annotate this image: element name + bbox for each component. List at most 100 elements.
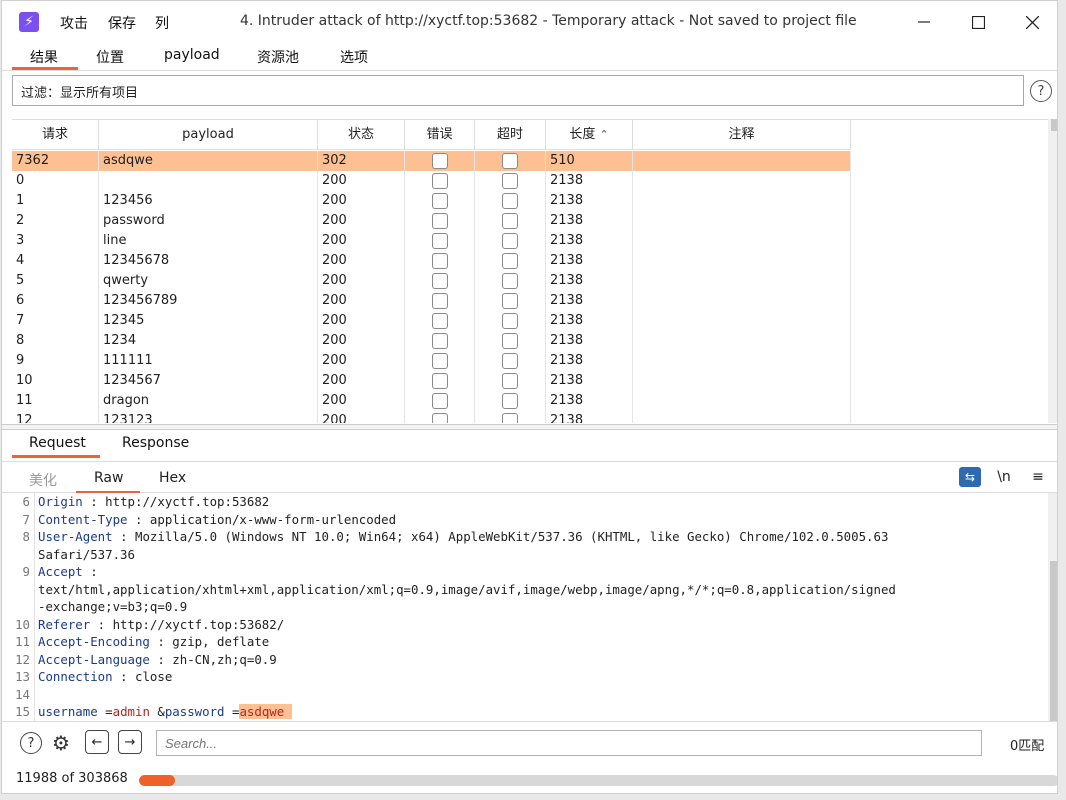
cell-error-checkbox[interactable] (431, 153, 448, 169)
cell-timeout-checkbox[interactable] (502, 333, 518, 349)
cell-timeout-checkbox[interactable] (502, 253, 518, 269)
show-newlines-icon[interactable]: \n (993, 467, 1015, 487)
maximize-icon[interactable] (963, 9, 993, 35)
column-comment[interactable]: 注释 (633, 120, 851, 150)
cell-error-checkbox[interactable] (431, 253, 448, 269)
cell-error-checkbox[interactable] (431, 393, 448, 409)
cell-error-checkbox[interactable] (431, 173, 448, 189)
cell-error-checkbox[interactable] (431, 353, 448, 369)
tab-payload[interactable]: payload (164, 47, 220, 63)
cell-timeout-checkbox[interactable] (502, 153, 518, 169)
cell-timeout-checkbox[interactable] (502, 373, 518, 389)
cell-error (405, 231, 475, 251)
table-row[interactable]: 8 1234 200 2138 (12, 331, 851, 351)
close-icon[interactable] (1017, 9, 1047, 35)
line-content: Accept : (38, 563, 98, 581)
menu-save[interactable]: 保存 (108, 13, 136, 33)
table-row[interactable]: 12 123123 200 2138 (12, 411, 851, 423)
cell-error-checkbox[interactable] (431, 193, 448, 209)
previous-icon[interactable]: ← (85, 730, 109, 754)
cell-error-checkbox[interactable] (431, 233, 448, 249)
tab-resource-pool[interactable]: 资源池 (257, 47, 299, 67)
cell-error-checkbox[interactable] (431, 373, 448, 389)
editor-scroll-thumb[interactable] (1050, 561, 1057, 721)
word-wrap-icon[interactable]: ⇆ (959, 467, 981, 487)
cell-timeout-checkbox[interactable] (502, 413, 518, 423)
cell-timeout-checkbox[interactable] (502, 213, 518, 229)
cell-payload: asdqwe (99, 151, 318, 171)
help-icon[interactable]: ? (1030, 80, 1052, 102)
tab-raw[interactable]: Raw (94, 470, 123, 486)
cell-error-checkbox[interactable] (431, 213, 448, 229)
line-content: text/html,application/xhtml+xml,applicat… (38, 581, 896, 599)
table-row[interactable]: 9 111111 200 2138 (12, 351, 851, 371)
column-length[interactable]: 长度 ⌃ (546, 120, 633, 150)
line-number: 14 (15, 686, 30, 702)
tab-options[interactable]: 选项 (340, 47, 368, 67)
cell-timeout-checkbox[interactable] (502, 233, 518, 249)
cell-error-checkbox[interactable] (431, 413, 448, 423)
table-row[interactable]: 5 qwerty 200 2138 (12, 271, 851, 291)
column-timeout[interactable]: 超时 (475, 120, 546, 150)
cell-timeout-checkbox[interactable] (502, 353, 518, 369)
table-row[interactable]: 11 dragon 200 2138 (12, 391, 851, 411)
table-row[interactable]: 4 12345678 200 2138 (12, 251, 851, 271)
menu-columns[interactable]: 列 (155, 13, 169, 33)
tab-response[interactable]: Response (122, 435, 189, 451)
cell-length: 2138 (546, 271, 633, 291)
cell-length: 2138 (546, 331, 633, 351)
table-row[interactable]: 0 200 2138 (12, 171, 851, 191)
table-row[interactable]: 1 123456 200 2138 (12, 191, 851, 211)
cell-timeout-checkbox[interactable] (502, 173, 518, 189)
table-row[interactable]: 7 12345 200 2138 (12, 311, 851, 331)
cell-timeout-checkbox[interactable] (502, 193, 518, 209)
column-status[interactable]: 状态 (318, 120, 405, 150)
table-row[interactable]: 3 line 200 2138 (12, 231, 851, 251)
cell-request: 6 (12, 291, 99, 311)
column-payload[interactable]: payload (99, 120, 318, 150)
tab-positions[interactable]: 位置 (96, 47, 124, 67)
filter-bar[interactable]: 过滤：显示所有项目 (12, 75, 1024, 106)
table-row[interactable]: 7362 asdqwe 302 510 (12, 151, 851, 171)
table-row[interactable]: 2 password 200 2138 (12, 211, 851, 231)
column-error[interactable]: 错误 (405, 120, 475, 150)
minimize-icon[interactable] (909, 9, 939, 35)
tab-pretty[interactable]: 美化 (29, 470, 57, 490)
cell-timeout (475, 271, 546, 291)
cell-payload: 123456 (99, 191, 318, 211)
request-editor[interactable]: 6 Origin : http://xyctf.top:53682 7 Content… (2, 493, 1048, 721)
code-line: 14 (2, 686, 1042, 704)
search-bar: ? ⚙ ← → 0匹配 (2, 721, 1057, 763)
menu-attack[interactable]: 攻击 (60, 13, 88, 33)
menu-icon[interactable]: ≡ (1027, 467, 1049, 487)
code-line: 8 User-Agent : Mozilla/5.0 (Windows NT 10… (2, 528, 1042, 546)
next-icon[interactable]: → (118, 730, 142, 754)
table-row[interactable]: 10 1234567 200 2138 (12, 371, 851, 391)
settings-gear-icon[interactable]: ⚙ (50, 731, 72, 755)
cell-error-checkbox[interactable] (431, 333, 448, 349)
search-input[interactable] (156, 730, 982, 756)
tab-request[interactable]: Request (29, 435, 86, 451)
code-line: 11 Accept-Encoding : gzip, deflate (2, 633, 1042, 651)
header-value: : (82, 564, 98, 579)
table-scroll-thumb[interactable] (1051, 119, 1057, 131)
tab-results[interactable]: 结果 (30, 47, 58, 67)
header-name: Referer (38, 616, 91, 632)
cell-timeout-checkbox[interactable] (502, 393, 518, 409)
cell-error (405, 211, 475, 231)
cell-error-checkbox[interactable] (431, 293, 448, 309)
help-icon[interactable]: ? (20, 732, 42, 754)
cell-timeout-checkbox[interactable] (502, 313, 518, 329)
table-row[interactable]: 6 123456789 200 2138 (12, 291, 851, 311)
cell-timeout-checkbox[interactable] (502, 273, 518, 289)
intruder-window: ⚡ 攻击 保存 列 4. Intruder attack of http://x… (1, 0, 1058, 794)
cell-error-checkbox[interactable] (431, 273, 448, 289)
cell-error-checkbox[interactable] (431, 313, 448, 329)
cell-comment (633, 151, 851, 171)
column-request[interactable]: 请求 (12, 120, 99, 150)
table-scrollbar[interactable] (1048, 119, 1057, 423)
editor-scrollbar[interactable] (1048, 493, 1057, 721)
tab-hex[interactable]: Hex (159, 470, 186, 486)
cell-status: 200 (318, 311, 405, 331)
cell-timeout-checkbox[interactable] (502, 293, 518, 309)
